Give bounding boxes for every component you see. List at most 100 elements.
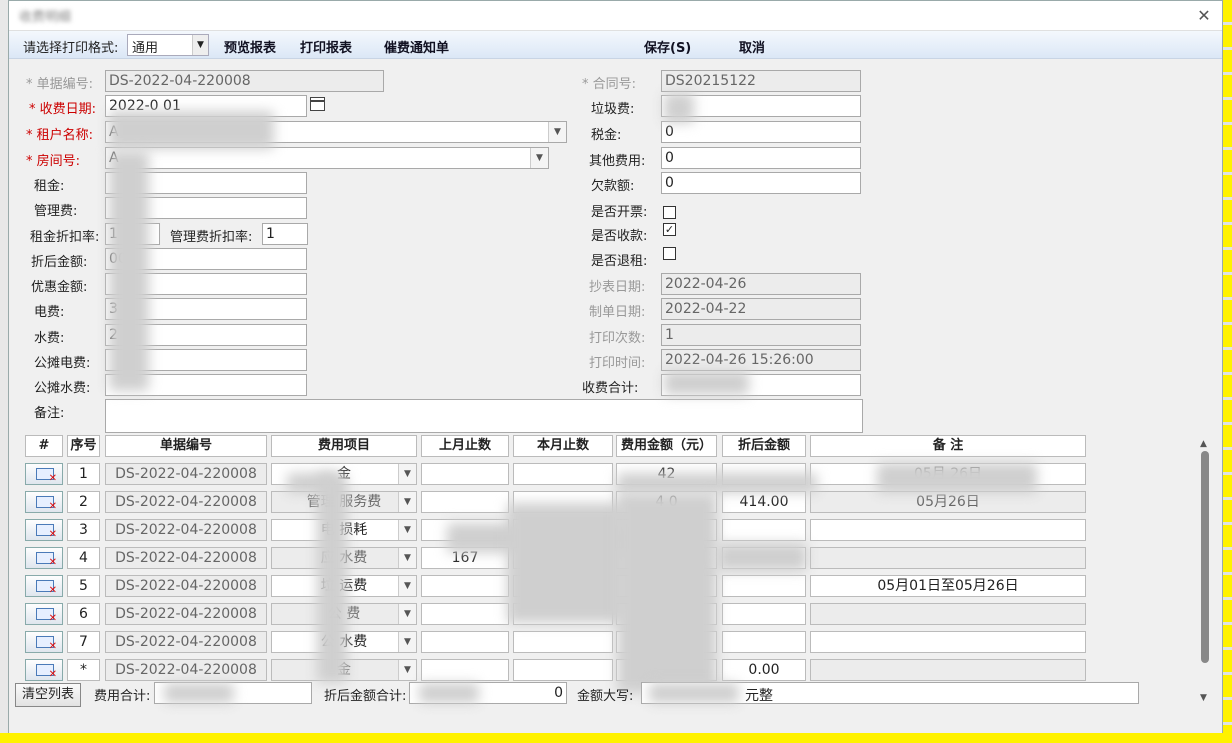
grid-header[interactable]: # <box>25 435 63 457</box>
grid-cell-prev[interactable] <box>421 463 509 485</box>
chevron-down-icon[interactable]: ▼ <box>398 576 416 596</box>
grid-cell-after[interactable]: 414.00 <box>722 491 806 513</box>
grid-cell-seq[interactable]: * <box>67 659 100 681</box>
delete-row-button[interactable] <box>25 463 63 485</box>
made-date-field[interactable]: 2022-04-22 <box>661 298 861 320</box>
delete-row-button[interactable] <box>25 603 63 625</box>
grid-cell-note[interactable] <box>810 631 1086 653</box>
grid-cell-after[interactable] <box>722 575 806 597</box>
grid-cell-seq[interactable]: 6 <box>67 603 100 625</box>
grid-cell-bill[interactable]: DS-2022-04-220008 <box>105 659 267 681</box>
grid-cell-seq[interactable]: 3 <box>67 519 100 541</box>
grid-cell-prev[interactable] <box>421 491 509 513</box>
print-report-button[interactable]: 打印报表 <box>300 37 352 56</box>
grid-cell-after[interactable]: 0.00 <box>722 659 806 681</box>
chevron-down-icon[interactable]: ▼ <box>398 632 416 652</box>
grid-header[interactable]: 折后金额 <box>722 435 806 457</box>
tax-field[interactable]: 0 <box>661 121 861 143</box>
other-fee-field[interactable]: 0 <box>661 147 861 169</box>
grid-cell-after[interactable] <box>722 631 806 653</box>
grid-cell-seq[interactable]: 5 <box>67 575 100 597</box>
delete-row-button[interactable] <box>25 519 63 541</box>
grid-cell-note[interactable]: 05月01日至05月26日 <box>810 575 1086 597</box>
delete-row-button[interactable] <box>25 575 63 597</box>
window-title: 收费明细 <box>19 10 72 25</box>
grid-cell-bill[interactable]: DS-2022-04-220008 <box>105 575 267 597</box>
chevron-down-icon[interactable]: ▼ <box>398 548 416 568</box>
grid-cell-prev[interactable] <box>421 603 509 625</box>
scroll-up-icon[interactable]: ▲ <box>1200 439 1207 449</box>
delete-row-button[interactable] <box>25 547 63 569</box>
scroll-down-icon[interactable]: ▼ <box>1200 693 1207 703</box>
delete-row-button[interactable] <box>25 659 63 681</box>
format-select[interactable]: 通用 ▼ <box>127 34 209 56</box>
mgmt-discount-field[interactable]: 1 <box>262 223 308 245</box>
grid-cell-bill[interactable]: DS-2022-04-220008 <box>105 631 267 653</box>
grid-cell-curr[interactable] <box>513 463 613 485</box>
save-button[interactable]: 保存(S) <box>644 37 691 56</box>
chevron-down-icon[interactable]: ▼ <box>192 35 208 55</box>
room-select[interactable]: A ▼ <box>105 147 549 169</box>
grid-cell-prev[interactable] <box>421 631 509 653</box>
contract-no-field[interactable]: DS20215122 <box>661 70 861 92</box>
grid-cell-seq[interactable]: 7 <box>67 631 100 653</box>
grid-header[interactable]: 序号 <box>67 435 100 457</box>
redaction-blur <box>109 111 274 149</box>
redaction-blur <box>317 473 347 683</box>
bill-no-field[interactable]: DS-2022-04-220008 <box>105 70 384 92</box>
grid-cell-text: DS-2022-04-220008 <box>115 466 257 482</box>
remark-field[interactable] <box>105 399 863 433</box>
delete-row-button[interactable] <box>25 631 63 653</box>
chevron-down-icon[interactable]: ▼ <box>398 520 416 540</box>
grid-cell-note[interactable] <box>810 547 1086 569</box>
chevron-down-icon[interactable]: ▼ <box>398 492 416 512</box>
grid-cell-curr[interactable] <box>513 659 613 681</box>
collected-checkbox[interactable]: ✓ <box>663 223 676 236</box>
grid-header[interactable]: 上月止数 <box>421 435 509 457</box>
grid-cell-seq[interactable]: 2 <box>67 491 100 513</box>
grid-cell-prev[interactable] <box>421 575 509 597</box>
grid-cell-after[interactable] <box>722 519 806 541</box>
grid-cell-prev[interactable] <box>421 659 509 681</box>
grid-cell-note[interactable] <box>810 603 1086 625</box>
print-count-field[interactable]: 1 <box>661 324 861 346</box>
grid-cell-bill[interactable]: DS-2022-04-220008 <box>105 519 267 541</box>
grid-header[interactable]: 费用金额（元） <box>616 435 717 457</box>
chevron-down-icon[interactable]: ▼ <box>398 604 416 624</box>
grid-cell-bill[interactable]: DS-2022-04-220008 <box>105 463 267 485</box>
chevron-down-icon[interactable]: ▼ <box>398 464 416 484</box>
scrollbar-thumb[interactable] <box>1201 451 1209 663</box>
grid-cell-note[interactable] <box>810 659 1086 681</box>
grid-cell-note[interactable] <box>810 519 1086 541</box>
grid-scrollbar[interactable]: ▲ ▼ <box>1197 437 1213 707</box>
calendar-icon[interactable] <box>310 97 325 111</box>
grid-cell-note[interactable]: 05月26日 <box>810 491 1086 513</box>
grid-cell-bill[interactable]: DS-2022-04-220008 <box>105 603 267 625</box>
grid-header[interactable]: 备 注 <box>810 435 1086 457</box>
chevron-down-icon[interactable]: ▼ <box>398 660 416 680</box>
arrears-field[interactable]: 0 <box>661 172 861 194</box>
grid-cell-after[interactable] <box>722 603 806 625</box>
grid-cell-bill[interactable]: DS-2022-04-220008 <box>105 547 267 569</box>
grid-header[interactable]: 单据编号 <box>105 435 267 457</box>
grid-cell-curr[interactable] <box>513 631 613 653</box>
chevron-down-icon[interactable]: ▼ <box>548 122 566 142</box>
grid-header[interactable]: 本月止数 <box>513 435 613 457</box>
meter-date-field[interactable]: 2022-04-26 <box>661 273 861 295</box>
toolbar: 请选择打印格式: 通用 ▼ 预览报表 打印报表 催费通知单 保存(S) 取消 <box>9 31 1222 59</box>
delete-row-button[interactable] <box>25 491 63 513</box>
print-time-field[interactable]: 2022-04-26 15:26:00 <box>661 349 861 371</box>
preview-report-button[interactable]: 预览报表 <box>224 37 276 56</box>
grid-cell-seq[interactable]: 4 <box>67 547 100 569</box>
clear-list-button[interactable]: 清空列表 <box>15 683 81 707</box>
cancel-button[interactable]: 取消 <box>739 37 765 56</box>
invoice-checkbox[interactable] <box>663 206 676 219</box>
grid-cell-bill[interactable]: DS-2022-04-220008 <box>105 491 267 513</box>
grid-cell-seq[interactable]: 1 <box>67 463 100 485</box>
grid-header[interactable]: 费用项目 <box>271 435 417 457</box>
chevron-down-icon[interactable]: ▼ <box>530 148 548 168</box>
close-icon[interactable]: ✕ <box>1194 6 1214 26</box>
reminder-notice-button[interactable]: 催费通知单 <box>384 37 449 56</box>
grid-cell-text: DS-2022-04-220008 <box>115 578 257 594</box>
refund-checkbox[interactable] <box>663 247 676 260</box>
